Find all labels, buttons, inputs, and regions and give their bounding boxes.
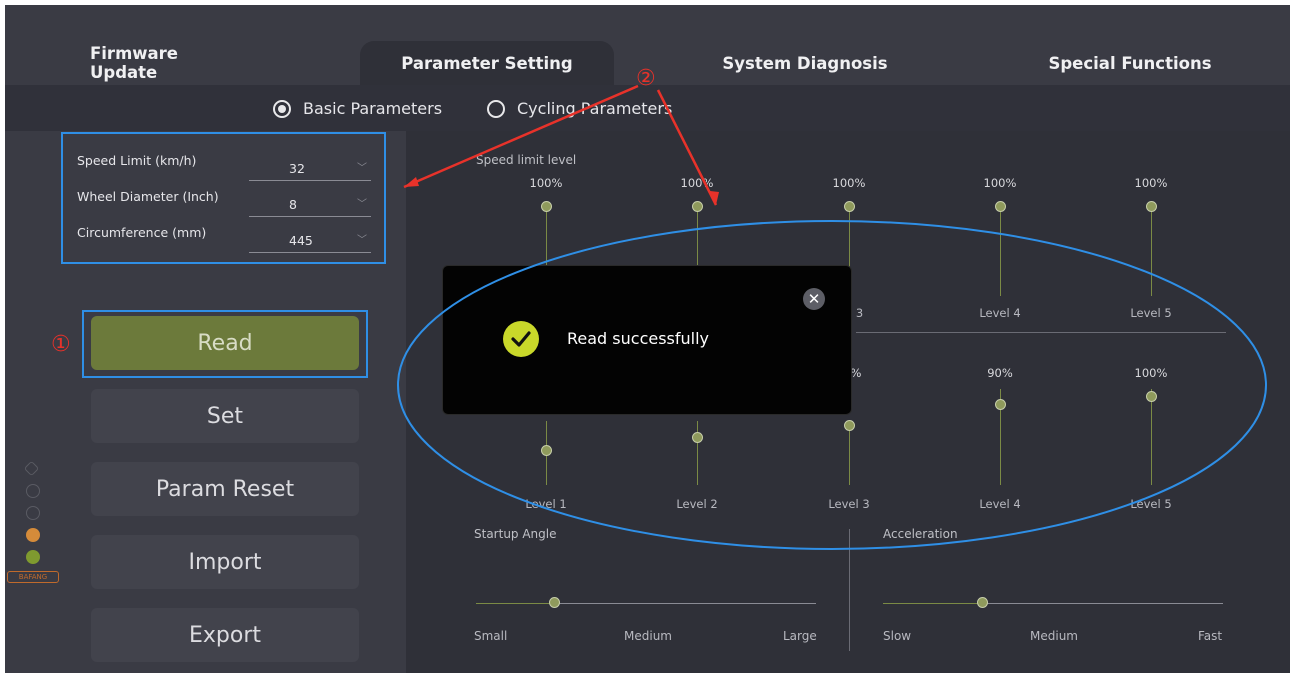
speed-level-4-knob[interactable] <box>995 201 1006 212</box>
section-divider <box>856 332 1226 333</box>
acceleration-max-label: Fast <box>1198 629 1223 643</box>
assist-level-2-track <box>697 421 698 485</box>
param-circumference: Circumference (mm) 445 ﹀ <box>77 225 373 255</box>
assist-level-3-knob[interactable] <box>844 420 855 431</box>
success-toast: ✕ Read successfully <box>442 265 852 415</box>
left-panel: Speed Limit (km/h) 32 ﹀ Wheel Diameter (… <box>5 131 406 673</box>
close-button[interactable]: ✕ <box>803 288 825 310</box>
speed-level-3-pct: 100% <box>832 176 866 190</box>
startup-angle-max-label: Large <box>783 629 817 643</box>
acceleration-min-label: Slow <box>883 629 912 643</box>
param-value: 8 <box>289 197 297 212</box>
radio-basic-parameters[interactable]: Basic Parameters <box>273 99 442 118</box>
power-icon[interactable] <box>26 506 40 520</box>
radio-cycling-label: Cycling Parameters <box>517 99 673 118</box>
speed-level-1-knob[interactable] <box>541 201 552 212</box>
wheel-diameter-select[interactable]: 8 ﹀ <box>249 195 371 217</box>
vertical-divider <box>849 529 850 651</box>
speed-level-2-pct: 100% <box>680 176 714 190</box>
check-circle-icon <box>503 321 539 357</box>
assist-level-3-label: Level 3 <box>828 497 870 511</box>
speed-level-5-knob[interactable] <box>1146 201 1157 212</box>
assist-level-1-label: Level 1 <box>525 497 567 511</box>
circumference-select[interactable]: 445 ﹀ <box>249 231 371 253</box>
param-label: Circumference (mm) <box>77 225 207 240</box>
assist-level-4-knob[interactable] <box>995 399 1006 410</box>
assist-level-5-knob[interactable] <box>1146 391 1157 402</box>
acceleration-title: Acceleration <box>883 527 958 541</box>
bafang-logo: BAFANG <box>7 571 59 583</box>
settings-icon[interactable] <box>23 460 40 477</box>
speed-limit-select[interactable]: 32 ﹀ <box>249 159 371 181</box>
close-icon: ✕ <box>807 290 821 308</box>
speed-level-2-knob[interactable] <box>692 201 703 212</box>
set-button[interactable]: Set <box>91 389 359 443</box>
assist-level-2-label: Level 2 <box>676 497 718 511</box>
radio-selected-icon <box>273 99 291 118</box>
chevron-down-icon: ﹀ <box>357 235 367 246</box>
assist-level-1-knob[interactable] <box>541 445 552 456</box>
main-tab-bar: Firmware Update Parameter Setting System… <box>5 5 1290 85</box>
param-reset-button[interactable]: Param Reset <box>91 462 359 516</box>
acceleration-fill <box>883 603 982 604</box>
assist-level-5-track <box>1151 389 1152 485</box>
assist-level-2-knob[interactable] <box>692 432 703 443</box>
radio-basic-label: Basic Parameters <box>303 99 443 118</box>
startup-angle-title: Startup Angle <box>474 527 557 541</box>
speed-level-4-pct: 100% <box>983 176 1017 190</box>
param-speed-limit: Speed Limit (km/h) 32 ﹀ <box>77 153 373 183</box>
assist-level-4-pct: 90% <box>987 366 1013 380</box>
assist-level-4-label: Level 4 <box>979 497 1021 511</box>
tab-parameter-setting[interactable]: Parameter Setting <box>360 41 614 85</box>
export-button[interactable]: Export <box>91 608 359 662</box>
user-icon[interactable] <box>26 528 40 542</box>
chevron-down-icon: ﹀ <box>357 199 367 210</box>
speed-level-5-label: Level 5 <box>1130 306 1172 320</box>
help-icon[interactable] <box>26 484 40 498</box>
startup-angle-knob[interactable] <box>549 597 560 608</box>
speed-level-5-track <box>1151 206 1152 296</box>
tab-firmware-update[interactable]: Firmware Update <box>90 41 240 85</box>
acceleration-knob[interactable] <box>977 597 988 608</box>
startup-angle-fill <box>476 603 554 604</box>
speed-level-1-pct: 100% <box>529 176 563 190</box>
sub-tab-bar: Basic Parameters Cycling Parameters <box>5 85 1290 131</box>
import-button[interactable]: Import <box>91 535 359 589</box>
startup-angle-min-label: Small <box>474 629 508 643</box>
speed-limit-level-title: Speed limit level <box>476 153 577 167</box>
startup-angle-mid-label: Medium <box>624 629 672 643</box>
speed-level-3-label: l 3 <box>849 306 864 320</box>
param-wheel-diameter: Wheel Diameter (Inch) 8 ﹀ <box>77 189 373 219</box>
assist-level-5-label: Level 5 <box>1130 497 1172 511</box>
param-value: 32 <box>289 161 305 176</box>
assist-level-5-pct: 100% <box>1134 366 1168 380</box>
link-icon[interactable] <box>26 550 40 564</box>
read-button[interactable]: Read <box>91 316 359 370</box>
radio-cycling-parameters[interactable]: Cycling Parameters <box>487 99 672 118</box>
param-label: Speed Limit (km/h) <box>77 153 197 168</box>
radio-unselected-icon <box>487 99 505 118</box>
speed-level-4-track <box>1000 206 1001 296</box>
param-label: Wheel Diameter (Inch) <box>77 189 219 204</box>
tab-special-functions[interactable]: Special Functions <box>1045 41 1215 85</box>
speed-level-3-knob[interactable] <box>844 201 855 212</box>
acceleration-mid-label: Medium <box>1030 629 1078 643</box>
tab-system-diagnosis[interactable]: System Diagnosis <box>720 41 890 85</box>
speed-level-5-pct: 100% <box>1134 176 1168 190</box>
chevron-down-icon: ﹀ <box>357 163 367 174</box>
param-value: 445 <box>289 233 313 248</box>
toast-message: Read successfully <box>567 329 710 348</box>
speed-level-4-label: Level 4 <box>979 306 1021 320</box>
